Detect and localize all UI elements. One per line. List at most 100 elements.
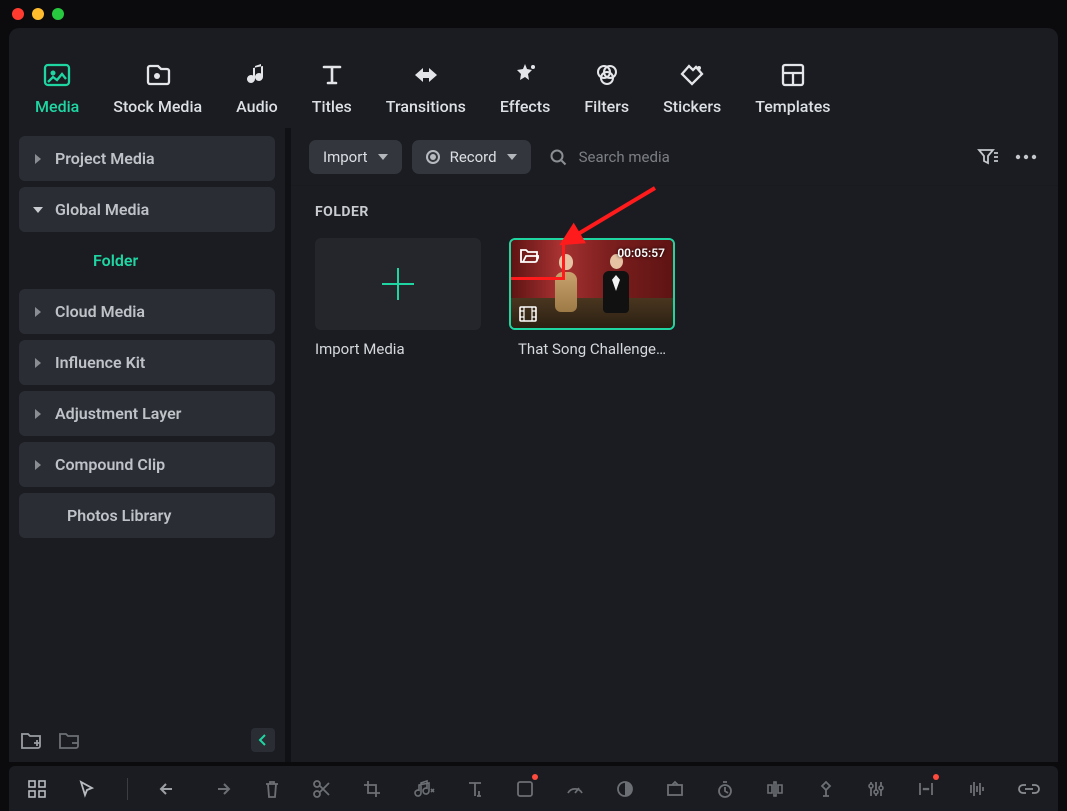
- chevron-right-icon: [35, 154, 41, 164]
- chevron-down-icon: [507, 154, 517, 160]
- chevron-right-icon: [35, 307, 41, 317]
- window-titlebar: [0, 0, 1067, 28]
- notification-dot: [532, 774, 538, 780]
- top-tab-bar: Media Stock Media Audio Titles Transitio…: [9, 28, 1058, 128]
- content-toolbar: Import Record: [291, 128, 1058, 186]
- toolbar-divider: [127, 778, 128, 800]
- chevron-right-icon: [35, 358, 41, 368]
- tab-label: Stickers: [663, 97, 721, 116]
- tab-stickers[interactable]: Stickers: [663, 61, 721, 116]
- split-button[interactable]: [312, 777, 332, 801]
- tab-transitions[interactable]: Transitions: [386, 61, 466, 116]
- crop-button[interactable]: [362, 777, 382, 801]
- more-menu-button[interactable]: [916, 777, 936, 801]
- search-icon: [549, 148, 567, 166]
- maximize-window-button[interactable]: [52, 8, 64, 20]
- minimize-window-button[interactable]: [32, 8, 44, 20]
- layout-grid-button[interactable]: [27, 777, 47, 801]
- keyframe-button[interactable]: [765, 777, 785, 801]
- sidebar-item-cloud-media[interactable]: Cloud Media: [19, 289, 275, 334]
- tab-stock-media[interactable]: Stock Media: [113, 61, 202, 116]
- import-media-tile[interactable]: Import Media: [315, 238, 481, 358]
- tab-media[interactable]: Media: [35, 61, 79, 116]
- plus-icon: [381, 267, 415, 301]
- button-label: Import: [323, 148, 368, 166]
- shape-button[interactable]: [515, 777, 535, 801]
- tile-label: Import Media: [315, 340, 481, 358]
- titles-icon: [317, 61, 347, 89]
- sidebar-item-label: Photos Library: [67, 506, 171, 525]
- tab-label: Effects: [500, 97, 551, 116]
- delete-button[interactable]: [262, 777, 282, 801]
- link-button[interactable]: [1018, 777, 1040, 801]
- close-window-button[interactable]: [12, 8, 24, 20]
- motion-tracking-button[interactable]: [816, 777, 836, 801]
- clip-duration: 00:05:57: [617, 246, 665, 260]
- sidebar-item-label: Project Media: [55, 149, 155, 168]
- sidebar-item-photos-library[interactable]: Photos Library: [19, 493, 275, 538]
- undo-button[interactable]: [158, 777, 180, 801]
- color-correction-button[interactable]: [615, 777, 635, 801]
- sidebar-item-global-media[interactable]: Global Media: [19, 187, 275, 232]
- text-button[interactable]: [465, 777, 485, 801]
- clip-thumbnail[interactable]: 00:05:57: [509, 238, 675, 330]
- media-content-panel: Import Record: [291, 128, 1058, 762]
- selection-tool-button[interactable]: [77, 777, 97, 801]
- tab-audio[interactable]: Audio: [236, 61, 278, 116]
- sidebar-item-label: Adjustment Layer: [55, 404, 181, 423]
- sidebar-item-label: Compound Clip: [55, 455, 165, 474]
- transitions-icon: [411, 61, 441, 89]
- audio-adjust-button[interactable]: [413, 777, 435, 801]
- button-label: Record: [450, 148, 497, 166]
- import-button[interactable]: Import: [309, 140, 402, 174]
- notification-dot: [933, 774, 939, 780]
- tab-effects[interactable]: Effects: [500, 61, 551, 116]
- audio-waveform-button[interactable]: [966, 777, 988, 801]
- sidebar-item-label: Global Media: [55, 200, 149, 219]
- stock-media-icon: [143, 61, 173, 89]
- section-heading: FOLDER: [315, 204, 1034, 220]
- sidebar-item-adjustment-layer[interactable]: Adjustment Layer: [19, 391, 275, 436]
- tab-label: Transitions: [386, 97, 466, 116]
- tab-label: Media: [35, 97, 79, 116]
- more-options-button[interactable]: [1012, 143, 1040, 171]
- effects-icon: [510, 61, 540, 89]
- sidebar-item-label: Folder: [93, 251, 138, 270]
- filmstrip-icon: [519, 306, 537, 322]
- sidebar-item-compound-clip[interactable]: Compound Clip: [19, 442, 275, 487]
- chroma-key-button[interactable]: [665, 777, 685, 801]
- open-folder-icon[interactable]: [519, 246, 539, 264]
- clip-name: That Song Challenge…: [509, 340, 675, 358]
- search-input[interactable]: [577, 147, 956, 167]
- remove-folder-button[interactable]: [57, 728, 81, 752]
- tab-label: Templates: [755, 97, 830, 116]
- collapse-sidebar-button[interactable]: [251, 728, 275, 752]
- tab-titles[interactable]: Titles: [312, 61, 352, 116]
- tab-label: Audio: [236, 97, 278, 116]
- sidebar-item-project-media[interactable]: Project Media: [19, 136, 275, 181]
- adjust-button[interactable]: [866, 777, 886, 801]
- media-clip-tile[interactable]: 00:05:57: [509, 238, 675, 358]
- chevron-right-icon: [35, 460, 41, 470]
- sidebar-item-influence-kit[interactable]: Influence Kit: [19, 340, 275, 385]
- filter-sort-button[interactable]: [974, 143, 1002, 171]
- chevron-down-icon: [33, 207, 43, 213]
- tab-filters[interactable]: Filters: [584, 61, 629, 116]
- filters-icon: [592, 61, 622, 89]
- timeline-toolbar: [9, 766, 1058, 811]
- speed-button[interactable]: [565, 777, 585, 801]
- record-button[interactable]: Record: [412, 140, 531, 174]
- tab-templates[interactable]: Templates: [755, 61, 830, 116]
- search-field[interactable]: [541, 147, 964, 167]
- sidebar-item-folder[interactable]: Folder: [19, 238, 275, 283]
- sidebar-item-label: Influence Kit: [55, 353, 145, 372]
- tab-label: Titles: [312, 97, 352, 116]
- tab-label: Filters: [584, 97, 629, 116]
- chevron-right-icon: [35, 409, 41, 419]
- media-icon: [42, 61, 72, 89]
- timer-button[interactable]: [715, 777, 735, 801]
- tab-label: Stock Media: [113, 97, 202, 116]
- redo-button[interactable]: [210, 777, 232, 801]
- audio-icon: [242, 61, 272, 89]
- new-folder-button[interactable]: [19, 728, 43, 752]
